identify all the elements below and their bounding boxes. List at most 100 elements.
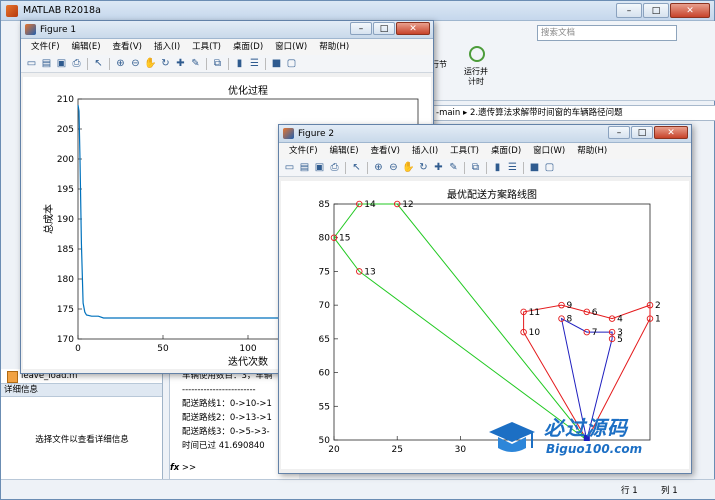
menu-window[interactable]: 窗口(W) (527, 143, 571, 159)
save-icon[interactable]: ▣ (313, 161, 326, 174)
matlab-logo-icon (6, 4, 18, 17)
customer-label: 13 (364, 267, 375, 277)
menu-desktop[interactable]: 桌面(D) (485, 143, 527, 159)
details-hint: 选择文件以查看详细信息 (35, 435, 129, 445)
dock-icon[interactable]: ▢ (543, 161, 556, 174)
customer-label: 7 (592, 328, 598, 338)
customer-label: 12 (402, 200, 413, 210)
rotate-icon[interactable]: ↻ (159, 57, 172, 70)
y-tick-label: 80 (319, 234, 331, 244)
zoom-out-icon[interactable]: ⊖ (387, 161, 400, 174)
figure2-title: Figure 2 (298, 128, 335, 139)
zoom-in-icon[interactable]: ⊕ (114, 57, 127, 70)
close-icon[interactable]: ✕ (654, 126, 688, 139)
figure1-window-controls: – □ ✕ (350, 22, 430, 35)
link-icon[interactable]: ⧉ (469, 161, 482, 174)
rotate-icon[interactable]: ↻ (417, 161, 430, 174)
maximize-icon[interactable]: □ (631, 126, 653, 139)
zoom-out-icon[interactable]: ⊖ (129, 57, 142, 70)
zoom-in-icon[interactable]: ⊕ (372, 161, 385, 174)
maximize-icon[interactable]: □ (373, 22, 395, 35)
brush-icon[interactable]: ✎ (189, 57, 202, 70)
y-tick-label: 65 (319, 335, 330, 345)
hide-tools-icon[interactable]: ■ (528, 161, 541, 174)
minimize-icon[interactable]: – (608, 126, 630, 139)
y-tick-label: 85 (319, 200, 330, 210)
y-tick-label: 175 (57, 305, 74, 315)
print-icon[interactable]: ⎙ (328, 161, 341, 174)
data-cursor-icon[interactable]: ✚ (174, 57, 187, 70)
status-col: 列 1 (661, 486, 678, 496)
y-tick-label: 70 (319, 301, 331, 311)
open-icon[interactable]: ▤ (298, 161, 311, 174)
watermark-text: 必过源码 (544, 416, 628, 440)
y-tick-label: 170 (57, 335, 74, 345)
open-icon[interactable]: ▤ (40, 57, 53, 70)
menu-insert[interactable]: 插入(I) (148, 39, 186, 55)
pan-icon[interactable]: ✋ (402, 161, 415, 174)
save-icon[interactable]: ▣ (55, 57, 68, 70)
link-icon[interactable]: ⧉ (211, 57, 224, 70)
data-cursor-icon[interactable]: ✚ (432, 161, 445, 174)
close-icon[interactable]: ✕ (396, 22, 430, 35)
menu-insert[interactable]: 插入(I) (406, 143, 444, 159)
x-tick-label: 30 (455, 445, 467, 455)
pan-icon[interactable]: ✋ (144, 57, 157, 70)
customer-label: 10 (529, 328, 541, 338)
menu-edit[interactable]: 编辑(E) (66, 39, 107, 55)
minimize-icon[interactable]: – (350, 22, 372, 35)
command-prompt[interactable]: fx >> (170, 461, 196, 475)
menu-file[interactable]: 文件(F) (25, 39, 66, 55)
menu-view[interactable]: 查看(V) (107, 39, 148, 55)
customer-label: 6 (592, 308, 598, 318)
menu-file[interactable]: 文件(F) (283, 143, 324, 159)
figure-icon (25, 24, 36, 35)
customer-label: 2 (655, 301, 661, 311)
y-tick-label: 205 (57, 125, 74, 135)
dock-icon[interactable]: ▢ (285, 57, 298, 70)
figure-icon (283, 128, 294, 139)
pointer-icon[interactable]: ↖ (92, 57, 105, 70)
current-folder-panel: leave_load.m 详细信息 选择文件以查看详细信息 (1, 369, 163, 479)
menu-window[interactable]: 窗口(W) (269, 39, 313, 55)
main-title: MATLAB R2018a (23, 5, 101, 16)
hide-tools-icon[interactable]: ■ (270, 57, 283, 70)
legend-icon[interactable]: ☰ (248, 57, 261, 70)
colorbar-icon[interactable]: ▮ (491, 161, 504, 174)
y-tick-label: 210 (57, 95, 74, 105)
print-icon[interactable]: ⎙ (70, 57, 83, 70)
details-header[interactable]: 详细信息 (1, 383, 162, 397)
chart-title: 优化过程 (228, 84, 268, 97)
figure1-toolbar: ▭ ▤ ▣ ⎙ ↖ ⊕ ⊖ ✋ ↻ ✚ ✎ ⧉ ▮ ☰ ■ ▢ (21, 55, 433, 73)
maximize-icon[interactable]: □ (643, 3, 669, 18)
colorbar-icon[interactable]: ▮ (233, 57, 246, 70)
pointer-icon[interactable]: ↖ (350, 161, 363, 174)
menu-tools[interactable]: 工具(T) (444, 143, 485, 159)
new-figure-icon[interactable]: ▭ (283, 161, 296, 174)
toolstrip: 搜索文档 行节 运行并 计时 (431, 21, 715, 101)
menu-desktop[interactable]: 桌面(D) (227, 39, 269, 55)
new-figure-icon[interactable]: ▭ (25, 57, 38, 70)
y-axis-label: 总成本 (42, 204, 55, 234)
main-window-controls: – □ ✕ (616, 3, 710, 18)
x-tick-label: 50 (157, 344, 169, 354)
status-bar: 行 1 列 1 (1, 479, 715, 499)
menu-help[interactable]: 帮助(H) (313, 39, 355, 55)
menu-help[interactable]: 帮助(H) (571, 143, 613, 159)
menu-tools[interactable]: 工具(T) (186, 39, 227, 55)
minimize-icon[interactable]: – (616, 3, 642, 18)
menu-edit[interactable]: 编辑(E) (324, 143, 365, 159)
status-row: 行 1 (621, 486, 638, 496)
figure2-toolbar: ▭ ▤ ▣ ⎙ ↖ ⊕ ⊖ ✋ ↻ ✚ ✎ ⧉ ▮ ☰ ■ ▢ (279, 159, 691, 177)
y-tick-label: 185 (57, 245, 74, 255)
legend-icon[interactable]: ☰ (506, 161, 519, 174)
run-and-time-icon[interactable] (469, 46, 485, 62)
run-and-time-button[interactable]: 运行并 计时 (461, 67, 491, 87)
watermark-url: Biguo100.com (546, 442, 643, 456)
menu-view[interactable]: 查看(V) (365, 143, 406, 159)
close-icon[interactable]: ✕ (670, 3, 710, 18)
search-doc-input[interactable]: 搜索文档 (537, 25, 677, 41)
current-folder-path[interactable]: -main ▸ 2.遗传算法求解带时间窗的车辆路径问题 (431, 105, 715, 121)
brush-icon[interactable]: ✎ (447, 161, 460, 174)
y-tick-label: 190 (57, 215, 74, 225)
